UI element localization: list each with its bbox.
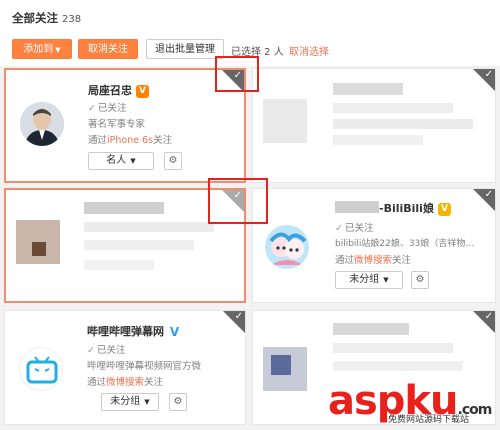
caret-down-icon: ▼ xyxy=(383,276,389,284)
follow-card-blurred[interactable]: ✓ xyxy=(252,68,496,183)
gear-icon[interactable]: ⚙ xyxy=(164,152,182,170)
user-description: 著名军事专家 xyxy=(88,119,146,130)
page-title: 全部关注 xyxy=(12,11,58,25)
avatar[interactable] xyxy=(20,102,64,146)
highlight-box xyxy=(208,178,268,224)
group-dropdown[interactable]: 未分组 ▼ xyxy=(335,271,403,289)
user-name[interactable]: 局座召忠 xyxy=(88,84,132,97)
verified-badge-icon: V xyxy=(136,84,149,98)
follow-status: ✓ 已关注 xyxy=(88,103,127,114)
user-name[interactable]: -BiliBili娘 xyxy=(379,202,434,215)
follow-source: 通过iPhone 6s关注 xyxy=(88,135,173,146)
check-icon: ✓ xyxy=(484,69,493,80)
caret-down-icon: ▼ xyxy=(130,157,136,165)
user-description: 哔哩哔哩弹幕视频网官方微 xyxy=(87,361,202,372)
check-icon: ✓ xyxy=(87,345,95,356)
follow-source: 通过微博搜索关注 xyxy=(335,255,412,266)
page-header: 全部关注 238 xyxy=(0,0,500,32)
add-to-button[interactable]: 添加到 ▼ xyxy=(12,39,72,59)
exit-batch-button[interactable]: 退出批量管理 xyxy=(146,39,224,59)
check-icon: ✓ xyxy=(234,311,243,322)
follow-card[interactable]: ✓ -BiliBili娘 V ✓ 已关注 bilibili站娘22娘、33娘（吉祥物… xyxy=(252,188,496,303)
follow-status: ✓ 已关注 xyxy=(87,345,126,356)
cancel-select-link[interactable]: 取消选择 xyxy=(289,43,329,58)
check-icon: ✓ xyxy=(484,189,493,200)
avatar[interactable] xyxy=(19,347,63,391)
user-name[interactable]: 哔哩哔哩弹幕网 xyxy=(87,325,164,338)
highlight-box xyxy=(215,56,259,92)
watermark-subtitle: 免费网站源码下载站 xyxy=(388,415,470,425)
avatar[interactable] xyxy=(265,225,309,269)
check-icon: ✓ xyxy=(88,103,96,114)
verified-badge-icon: V xyxy=(437,202,451,216)
add-to-label: 添加到 xyxy=(23,44,54,55)
group-dropdown[interactable]: 未分组 ▼ xyxy=(101,393,159,411)
caret-down-icon: ▼ xyxy=(55,46,61,54)
follow-card[interactable]: ✓ 哔哩哔哩弹幕网 V ✓ 已关注 哔哩哔哩弹幕视频网官方微 通过微博搜索关注 未分… xyxy=(4,310,246,425)
caret-down-icon: ▼ xyxy=(144,398,150,406)
follow-status: ✓ 已关注 xyxy=(335,223,374,234)
check-icon: ✓ xyxy=(484,311,493,322)
unfollow-button[interactable]: 取消关注 xyxy=(78,39,138,59)
group-dropdown[interactable]: 名人 ▼ xyxy=(88,152,154,170)
gear-icon[interactable]: ⚙ xyxy=(169,393,187,411)
follow-source: 通过微博搜索关注 xyxy=(87,377,164,388)
verified-badge-icon: V xyxy=(169,324,180,339)
gear-icon[interactable]: ⚙ xyxy=(411,271,429,289)
follow-card[interactable]: ✓ 局座召忠 V ✓ 已关注 著名军事专家 通过iPhone 6s关注 名人 ▼ ⚙ xyxy=(4,68,246,183)
check-icon: ✓ xyxy=(335,223,343,234)
follow-count: 238 xyxy=(62,14,82,25)
user-description: bilibili站娘22娘、33娘（吉祥物… xyxy=(335,239,475,249)
